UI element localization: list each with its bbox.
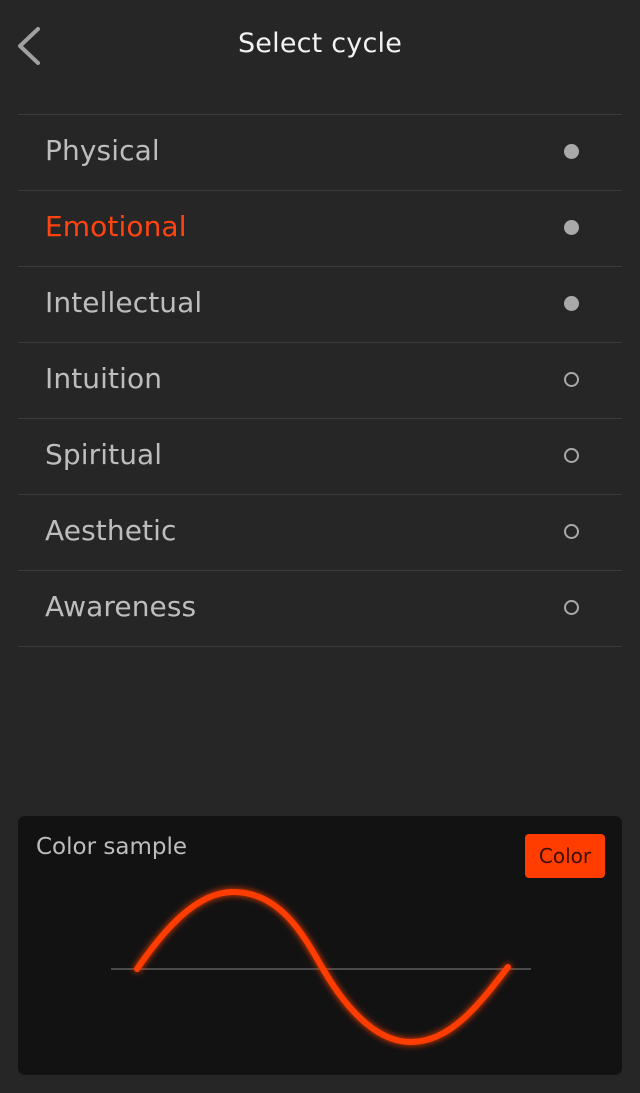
unselected-dot-icon [564,372,579,387]
cycle-label: Intellectual [45,286,203,319]
cycle-item-spiritual[interactable]: Spiritual [18,419,622,495]
cycle-item-intellectual[interactable]: Intellectual [18,267,622,343]
cycle-label: Awareness [45,590,197,623]
cycle-item-intuition[interactable]: Intuition [18,343,622,419]
header: Select cycle [0,0,640,92]
cycle-item-emotional[interactable]: Emotional [18,191,622,267]
selected-dot-icon [564,220,579,235]
sine-wave-line [134,888,511,1046]
sine-wave-preview [111,888,531,1046]
cycle-label: Emotional [45,210,187,243]
cycle-item-awareness[interactable]: Awareness [18,571,622,647]
unselected-dot-icon [564,448,579,463]
cycle-item-aesthetic[interactable]: Aesthetic [18,495,622,571]
cycle-label: Intuition [45,362,163,395]
cycle-list: Physical Emotional Intellectual Intuitio… [18,114,622,647]
cycle-item-physical[interactable]: Physical [18,115,622,191]
selected-dot-icon [564,296,579,311]
selected-dot-icon [564,144,579,159]
unselected-dot-icon [564,600,579,615]
color-sample-panel: Color sample Color [18,816,622,1075]
cycle-label: Spiritual [45,438,163,471]
unselected-dot-icon [564,524,579,539]
cycle-label: Physical [45,134,160,167]
cycle-label: Aesthetic [45,514,177,547]
page-title: Select cycle [237,28,403,59]
